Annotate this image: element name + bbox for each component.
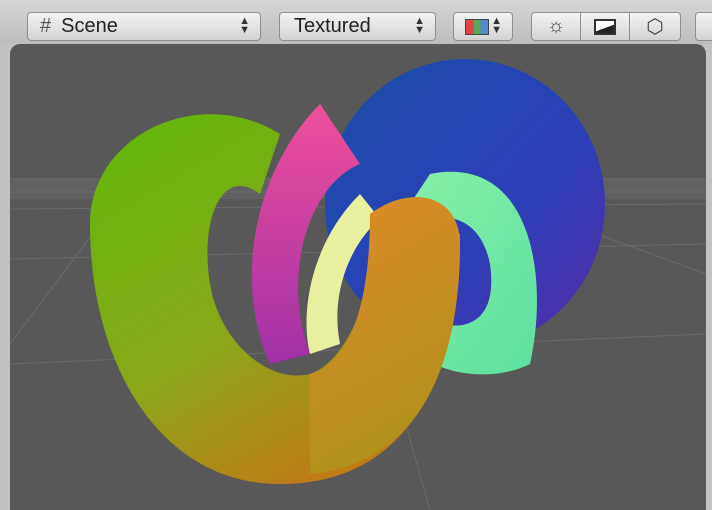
render-mode-dropdown[interactable]: Textured ▲ ▼ [279, 12, 436, 41]
updown-arrows-icon: ▲ ▼ [239, 15, 250, 36]
updown-arrows-icon: ▲ ▼ [491, 15, 502, 36]
cube-icon: ⬡ [646, 16, 664, 38]
render-mode-label: Textured [294, 15, 371, 37]
scene-toolbar: # Scene ▲ ▼ Textured ▲ ▼ ▲ ▼ ☼ ⬡ [0, 0, 712, 44]
gizmo-toggle[interactable]: ⬡ [629, 12, 681, 41]
color-channels-dropdown[interactable]: ▲ ▼ [453, 12, 513, 41]
sun-icon: ☼ [546, 15, 566, 37]
updown-arrows-icon: ▲ ▼ [414, 15, 425, 36]
scene-dropdown[interactable]: # Scene ▲ ▼ [27, 12, 261, 41]
scene-dropdown-label: Scene [61, 15, 118, 37]
image-icon [594, 18, 616, 35]
grid-icon: # [40, 15, 52, 37]
scene-render [10, 59, 706, 510]
lighting-toggle[interactable]: ☼ [531, 12, 581, 41]
rgb-channels-icon [465, 18, 489, 35]
more-button[interactable] [695, 12, 712, 41]
scene-viewport[interactable] [10, 44, 706, 510]
skybox-toggle[interactable] [580, 12, 630, 41]
